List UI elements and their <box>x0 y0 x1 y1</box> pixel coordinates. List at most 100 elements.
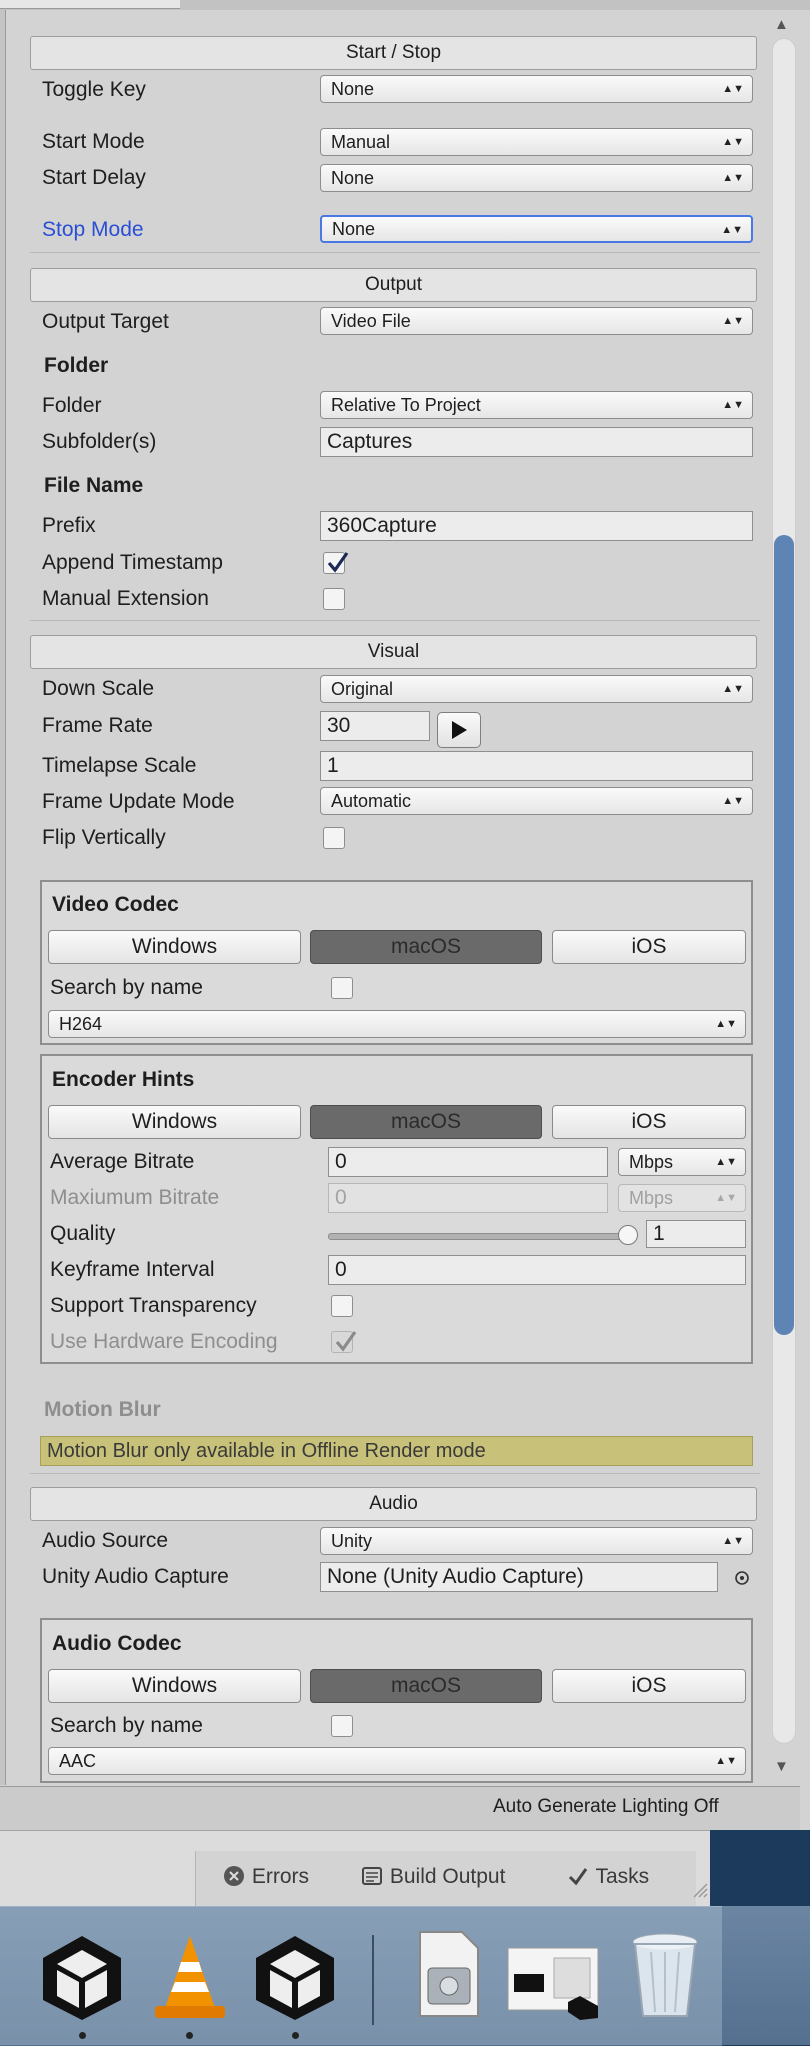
maximum-bitrate-label: Maxiumum Bitrate <box>50 1186 220 1209</box>
manual-extension-label: Manual Extension <box>42 587 209 610</box>
scrollbar-thumb[interactable] <box>774 535 794 1335</box>
quality-slider-track[interactable] <box>328 1233 630 1240</box>
keyframe-interval-input[interactable]: 0 <box>328 1255 746 1285</box>
section-start-stop[interactable]: Start / Stop <box>30 36 757 70</box>
play-icon <box>452 721 467 739</box>
keyframe-interval-label: Keyframe Interval <box>50 1258 215 1281</box>
frame-rate-input[interactable]: 30 <box>320 711 430 741</box>
section-audio[interactable]: Audio <box>30 1487 757 1521</box>
audio-codec-header: Audio Codec <box>52 1632 182 1655</box>
error-circle-icon <box>224 1866 244 1886</box>
video-tab-macos[interactable]: macOS <box>310 930 542 964</box>
average-bitrate-label: Average Bitrate <box>50 1150 195 1173</box>
quality-slider-thumb[interactable] <box>618 1225 638 1245</box>
video-tab-ios[interactable]: iOS <box>552 930 746 964</box>
toggle-key-label: Toggle Key <box>42 78 146 101</box>
section-visual[interactable]: Visual <box>30 635 757 669</box>
audio-tab-ios[interactable]: iOS <box>552 1669 746 1703</box>
audio-tab-macos[interactable]: macOS <box>310 1669 542 1703</box>
manual-extension-checkbox[interactable] <box>323 588 345 610</box>
updown-arrow-icon: ▲▼ <box>715 1018 737 1030</box>
prefix-input[interactable]: 360Capture <box>320 511 753 541</box>
unity-audio-capture-field[interactable]: None (Unity Audio Capture) <box>320 1562 718 1592</box>
section-output[interactable]: Output <box>30 268 757 302</box>
subfolders-label: Subfolder(s) <box>42 430 157 453</box>
frame-update-mode-dropdown[interactable]: Automatic ▲▼ <box>320 787 753 815</box>
output-target-value: Video File <box>331 311 411 331</box>
audio-source-label: Audio Source <box>42 1529 169 1552</box>
updown-arrow-icon: ▲▼ <box>721 224 743 236</box>
stop-mode-label: Stop Mode <box>42 218 144 241</box>
subfolders-input[interactable]: Captures <box>320 427 753 457</box>
timelapse-scale-label: Timelapse Scale <box>42 754 197 777</box>
unity-app-icon[interactable] <box>35 1930 130 2025</box>
frame-rate-preset-button[interactable] <box>437 712 481 748</box>
frame-rate-label: Frame Rate <box>42 714 153 737</box>
timelapse-scale-input[interactable]: 1 <box>320 751 753 781</box>
updown-arrow-icon: ▲▼ <box>722 136 744 148</box>
append-timestamp-checkbox[interactable] <box>323 552 349 574</box>
toggle-key-dropdown[interactable]: None ▲▼ <box>320 75 753 103</box>
screenshot-thumbnail-icon[interactable] <box>506 1946 606 2021</box>
unity-audio-capture-label: Unity Audio Capture <box>42 1565 229 1588</box>
stop-mode-dropdown[interactable]: None ▲▼ <box>320 215 753 243</box>
file-name-header: File Name <box>44 474 144 497</box>
output-target-dropdown[interactable]: Video File ▲▼ <box>320 307 753 335</box>
stop-mode-value: None <box>332 219 376 239</box>
vlc-app-icon[interactable] <box>145 1930 235 2025</box>
updown-arrow-icon: ▲▼ <box>715 1156 737 1168</box>
quality-input[interactable]: 1 <box>646 1220 746 1248</box>
audio-codec-dropdown[interactable]: AAC ▲▼ <box>48 1747 746 1775</box>
average-bitrate-unit-dropdown[interactable]: Mbps ▲▼ <box>618 1148 746 1176</box>
encoder-tab-ios[interactable]: iOS <box>552 1105 746 1139</box>
checkmark-icon <box>327 552 349 573</box>
inspector-panel: Start / Stop Toggle Key None ▲▼ Start Mod… <box>0 0 810 1830</box>
updown-arrow-icon: ▲▼ <box>722 172 744 184</box>
window-tab[interactable] <box>0 0 180 9</box>
running-indicator <box>79 2032 86 2039</box>
scroll-down-arrow-icon[interactable]: ▼ <box>774 1758 789 1775</box>
encoder-tab-windows[interactable]: Windows <box>48 1105 301 1139</box>
scroll-up-arrow-icon[interactable]: ▲ <box>774 16 789 33</box>
object-picker-icon[interactable] <box>732 1568 752 1588</box>
down-scale-dropdown[interactable]: Original ▲▼ <box>320 675 753 703</box>
checkmark-icon <box>335 1331 357 1352</box>
average-bitrate-input[interactable]: 0 <box>328 1147 608 1177</box>
start-mode-dropdown[interactable]: Manual ▲▼ <box>320 128 753 156</box>
dock-divider <box>372 1935 374 2025</box>
quality-label: Quality <box>50 1222 116 1245</box>
unity-hub-app-icon[interactable] <box>248 1930 343 2025</box>
video-search-by-name-checkbox[interactable] <box>331 977 353 999</box>
down-scale-value: Original <box>331 679 394 699</box>
build-output-tab[interactable]: Build Output <box>360 1860 505 1894</box>
trash-icon[interactable] <box>625 1928 705 2023</box>
build-output-icon <box>362 1867 382 1885</box>
video-codec-dropdown[interactable]: H264 ▲▼ <box>48 1010 746 1038</box>
folder-label: Folder <box>42 394 102 417</box>
running-indicator <box>186 2032 193 2039</box>
encoder-tab-macos[interactable]: macOS <box>310 1105 542 1139</box>
audio-source-dropdown[interactable]: Unity ▲▼ <box>320 1527 753 1555</box>
tasks-tab[interactable]: Tasks <box>566 1860 649 1894</box>
video-tab-windows[interactable]: Windows <box>48 930 301 964</box>
start-delay-dropdown[interactable]: None ▲▼ <box>320 164 753 192</box>
errors-tab[interactable]: Errors <box>222 1860 309 1894</box>
audio-codec-value: AAC <box>59 1751 97 1771</box>
use-hardware-encoding-label: Use Hardware Encoding <box>50 1330 278 1353</box>
encoder-hints-header: Encoder Hints <box>52 1068 195 1091</box>
resize-grip-icon[interactable] <box>690 1880 708 1898</box>
audio-search-by-name-label: Search by name <box>50 1714 203 1737</box>
folder-dropdown[interactable]: Relative To Project ▲▼ <box>320 391 753 419</box>
audio-search-by-name-checkbox[interactable] <box>331 1715 353 1737</box>
panel-edge <box>0 10 6 1785</box>
audio-tab-windows[interactable]: Windows <box>48 1669 301 1703</box>
support-transparency-checkbox[interactable] <box>331 1295 353 1317</box>
updown-arrow-icon: ▲▼ <box>722 399 744 411</box>
output-target-label: Output Target <box>42 310 169 333</box>
down-scale-label: Down Scale <box>42 677 155 700</box>
disk-image-icon[interactable] <box>412 1928 484 2020</box>
flip-vertically-checkbox[interactable] <box>323 827 345 849</box>
folder-value: Relative To Project <box>331 395 481 415</box>
updown-arrow-icon: ▲▼ <box>715 1755 737 1767</box>
errors-tab-label: Errors <box>251 1865 310 1888</box>
